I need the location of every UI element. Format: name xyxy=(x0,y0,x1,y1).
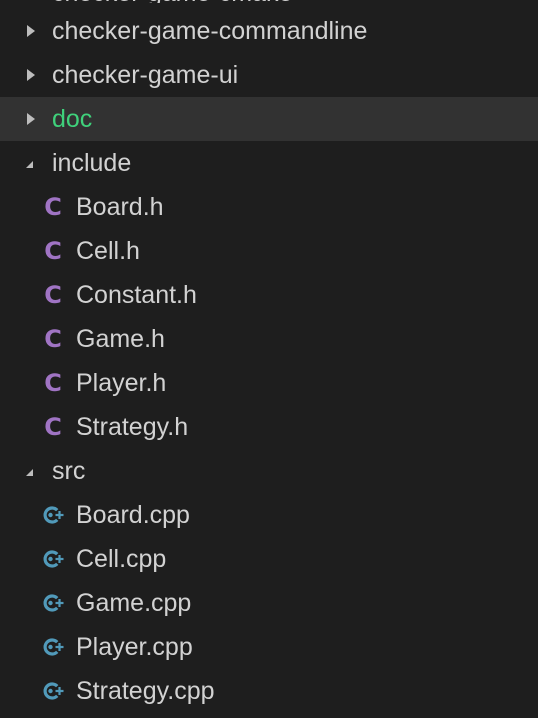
c-header-icon: C xyxy=(44,413,62,441)
file-label: Strategy.h xyxy=(76,412,189,441)
file-cell-h[interactable]: C Cell.h xyxy=(0,229,538,273)
c-header-icon: C xyxy=(44,325,62,353)
file-game-h[interactable]: C Game.h xyxy=(0,317,538,361)
file-label: Cell.h xyxy=(76,236,140,265)
file-cell-cpp[interactable]: Cell.cpp xyxy=(0,537,538,581)
file-strategy-cpp[interactable]: Strategy.cpp xyxy=(0,669,538,713)
file-label: Board.h xyxy=(76,192,164,221)
chevron-right-icon[interactable] xyxy=(24,97,38,141)
file-label: Game.h xyxy=(76,324,165,353)
chevron-right-icon[interactable] xyxy=(24,53,38,97)
partial-top-item-label: checker-game-cmake xyxy=(52,0,292,3)
file-label: Strategy.cpp xyxy=(76,676,215,705)
file-explorer-tree: checker-game-commandline checker-game-ui d… xyxy=(0,9,538,713)
folder-src[interactable]: src xyxy=(0,449,538,493)
folder-label: checker-game-commandline xyxy=(52,16,368,45)
folder-include[interactable]: include xyxy=(0,141,538,185)
folder-label: checker-game-ui xyxy=(52,60,239,89)
file-player-cpp[interactable]: Player.cpp xyxy=(0,625,538,669)
folder-label: doc xyxy=(52,104,93,133)
chevron-down-icon[interactable] xyxy=(24,449,38,493)
c-header-icon: C xyxy=(44,369,62,397)
file-player-h[interactable]: C Player.h xyxy=(0,361,538,405)
cpp-source-icon xyxy=(40,581,66,625)
folder-doc[interactable]: doc xyxy=(0,97,538,141)
file-label: Player.cpp xyxy=(76,632,193,661)
c-header-icon: C xyxy=(44,281,62,309)
cpp-source-icon xyxy=(40,625,66,669)
file-board-cpp[interactable]: Board.cpp xyxy=(0,493,538,537)
folder-label: src xyxy=(52,456,86,485)
cpp-source-icon xyxy=(40,537,66,581)
cpp-source-icon xyxy=(40,669,66,713)
chevron-right-icon[interactable] xyxy=(24,9,38,53)
file-constant-h[interactable]: C Constant.h xyxy=(0,273,538,317)
file-label: Game.cpp xyxy=(76,588,192,617)
partial-top-item[interactable]: checker-game-cmake xyxy=(0,0,538,3)
file-label: Constant.h xyxy=(76,280,197,309)
chevron-down-icon[interactable] xyxy=(24,141,38,185)
folder-checker-game-ui[interactable]: checker-game-ui xyxy=(0,53,538,97)
file-game-cpp[interactable]: Game.cpp xyxy=(0,581,538,625)
cpp-source-icon xyxy=(40,493,66,537)
file-label: Cell.cpp xyxy=(76,544,167,573)
c-header-icon: C xyxy=(44,237,62,265)
c-header-icon: C xyxy=(44,193,62,221)
file-label: Player.h xyxy=(76,368,167,397)
file-label: Board.cpp xyxy=(76,500,190,529)
file-board-h[interactable]: C Board.h xyxy=(0,185,538,229)
folder-label: include xyxy=(52,148,132,177)
file-strategy-h[interactable]: C Strategy.h xyxy=(0,405,538,449)
folder-checker-game-commandline[interactable]: checker-game-commandline xyxy=(0,9,538,53)
